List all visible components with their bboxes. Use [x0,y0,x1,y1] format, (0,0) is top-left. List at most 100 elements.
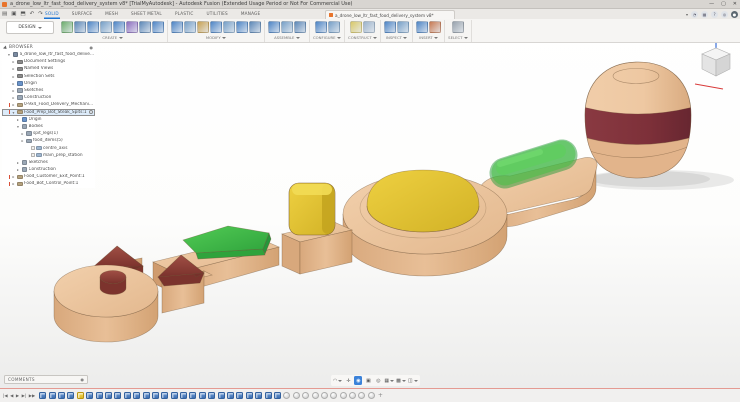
expander-collapsed-icon[interactable]: ▸ [12,87,16,94]
browser-row-spit-legs-1-[interactable]: ▸spit_legs(1) [2,130,95,137]
expander-collapsed-icon[interactable]: ▸ [12,65,16,72]
redo-icon[interactable]: ↷ [38,9,43,19]
expander-collapsed-icon[interactable]: ▸ [12,94,16,101]
save-icon[interactable]: ⬒ [20,9,25,19]
app-grid-icon[interactable]: ▦ [701,11,708,18]
step-back-icon[interactable]: ◀ [10,393,13,398]
ribbon-group-label-select[interactable]: SELECT [448,35,468,40]
timeline-feature-ball[interactable] [302,392,309,399]
create-tool-icon-3[interactable] [100,21,112,33]
timeline-feature-ball[interactable] [349,392,356,399]
timeline-feature[interactable] [67,392,74,399]
help-icon[interactable]: ? [711,11,718,18]
configure-tool-icon-1[interactable] [328,21,340,33]
timeline-feature-ball[interactable] [293,392,300,399]
expander-expanded-icon[interactable]: ▾ [16,123,20,130]
ribbon-group-label-construct[interactable]: CONSTRUCT [348,35,377,40]
browser-row-document-settings[interactable]: ▸Document Settings [2,58,95,65]
timeline-feature[interactable] [124,392,131,399]
activate-component-radio[interactable] [89,110,94,115]
visibility-checkbox[interactable] [31,146,35,150]
close-button[interactable]: ✕ [733,0,737,9]
create-tool-icon-1[interactable] [74,21,86,33]
modify-tool-icon-4[interactable] [223,21,235,33]
ribbon-tab-solid[interactable]: SOLID [44,9,60,19]
timeline-feature[interactable] [161,392,168,399]
timeline-feature[interactable] [236,392,243,399]
browser-row-origin[interactable]: ▸Origin [2,116,95,123]
ribbon-tab-mesh[interactable]: MESH [104,9,119,19]
modify-tool-icon-5[interactable] [236,21,248,33]
timeline-feature[interactable] [218,392,225,399]
visibility-checkbox[interactable] [31,153,35,157]
timeline-add-marker[interactable]: + [378,392,383,399]
play-icon[interactable]: ▶ [16,393,19,398]
create-tool-icon-2[interactable] [87,21,99,33]
ribbon-tab-utilities[interactable]: UTILITIES [206,9,229,19]
select-tool-icon-0[interactable] [452,21,464,33]
modify-tool-icon-3[interactable] [210,21,222,33]
ribbon-tab-manage[interactable]: MANAGE [240,9,262,19]
fit-icon[interactable]: ▣ [364,376,372,385]
timeline-feature-ball[interactable] [330,392,337,399]
expander-collapsed-icon[interactable]: ▸ [12,180,16,187]
assemble-tool-icon-1[interactable] [281,21,293,33]
browser-row-sketches[interactable]: ▸Sketches [2,159,95,166]
timeline-feature[interactable] [189,392,196,399]
configure-tool-icon-0[interactable] [315,21,327,33]
modify-tool-icon-6[interactable] [249,21,261,33]
browser-row-selection-sets[interactable]: ▸Selection Sets [2,73,95,80]
browser-row-named-views[interactable]: ▸Named Views [2,65,95,72]
model-part-yellow-block[interactable] [289,183,335,235]
zoom-icon[interactable]: ◉ [354,376,362,385]
file-icon[interactable]: ▣ [11,9,16,19]
expander-collapsed-icon[interactable]: ▸ [12,58,16,65]
timeline-feature-ball[interactable] [358,392,365,399]
timeline-feature[interactable] [105,392,112,399]
timeline-feature[interactable] [152,392,159,399]
timeline-feature[interactable] [246,392,253,399]
ribbon-group-label-assemble[interactable]: ASSEMBLE [274,35,300,40]
timeline-feature-ball[interactable] [283,392,290,399]
skip-to-start-icon[interactable]: |◀ [3,393,8,398]
browser-row-food-prep-bot-steak-spits-1[interactable]: ▾Food_Prep_Bot_Steak_Spits:1 [2,109,95,116]
maximize-button[interactable]: ▢ [721,0,726,9]
create-tool-icon-4[interactable] [113,21,125,33]
create-tool-icon-0[interactable] [61,21,73,33]
create-tool-icon-5[interactable] [126,21,138,33]
browser-row-food-bot-control-point-1[interactable]: ▸Food_Bot_Control_Point:1 [2,180,95,187]
ribbon-tab-plastic[interactable]: PLASTIC [174,9,195,19]
job-status-icon[interactable]: ◔ [691,11,698,18]
timeline-feature[interactable] [86,392,93,399]
app-menu-icon[interactable]: ▤ [2,9,7,19]
construct-tool-icon-0[interactable] [350,21,362,33]
timeline-feature-ball[interactable] [340,392,347,399]
workspace-selector[interactable]: DESIGN [6,21,54,34]
browser-row-main-prep-station[interactable]: main_prep_station [2,152,95,159]
browser-row-origin[interactable]: ▸Origin [2,80,95,87]
browser-row-food-items-5-[interactable]: ▸food_items(5) [2,137,95,144]
undo-icon[interactable]: ↶ [30,9,35,19]
expander-collapsed-icon[interactable]: ▸ [16,116,20,123]
model-part-green-plate[interactable] [183,226,271,259]
timeline-feature[interactable] [227,392,234,399]
expander-collapsed-icon[interactable]: ▸ [21,130,25,137]
modify-tool-icon-2[interactable] [197,21,209,33]
timeline-feature-ball[interactable] [321,392,328,399]
ribbon-tab-sheet-metal[interactable]: SHEET METAL [130,9,163,19]
create-tool-icon-6[interactable] [139,21,151,33]
timeline-feature-selected[interactable] [77,392,84,399]
view-cube[interactable] [692,42,738,100]
browser-row-a-drone-low-ltr-fast-food-delivery-system-v8[interactable]: ▾a_drone_low_ltr_fast_food_delivery_syst… [2,51,95,58]
timeline-feature[interactable] [39,392,46,399]
comments-options-icon[interactable]: ● [81,377,85,382]
timeline-feature[interactable] [208,392,215,399]
assemble-tool-icon-2[interactable] [294,21,306,33]
timeline-feature[interactable] [171,392,178,399]
timeline-feature[interactable] [265,392,272,399]
ribbon-group-label-modify[interactable]: MODIFY [206,35,226,40]
pan-icon[interactable]: ✛ [344,376,352,385]
viewport-canvas[interactable] [0,19,740,389]
panel-options-icon[interactable]: ● [90,45,94,50]
expander-collapsed-icon[interactable]: ▸ [21,137,25,144]
